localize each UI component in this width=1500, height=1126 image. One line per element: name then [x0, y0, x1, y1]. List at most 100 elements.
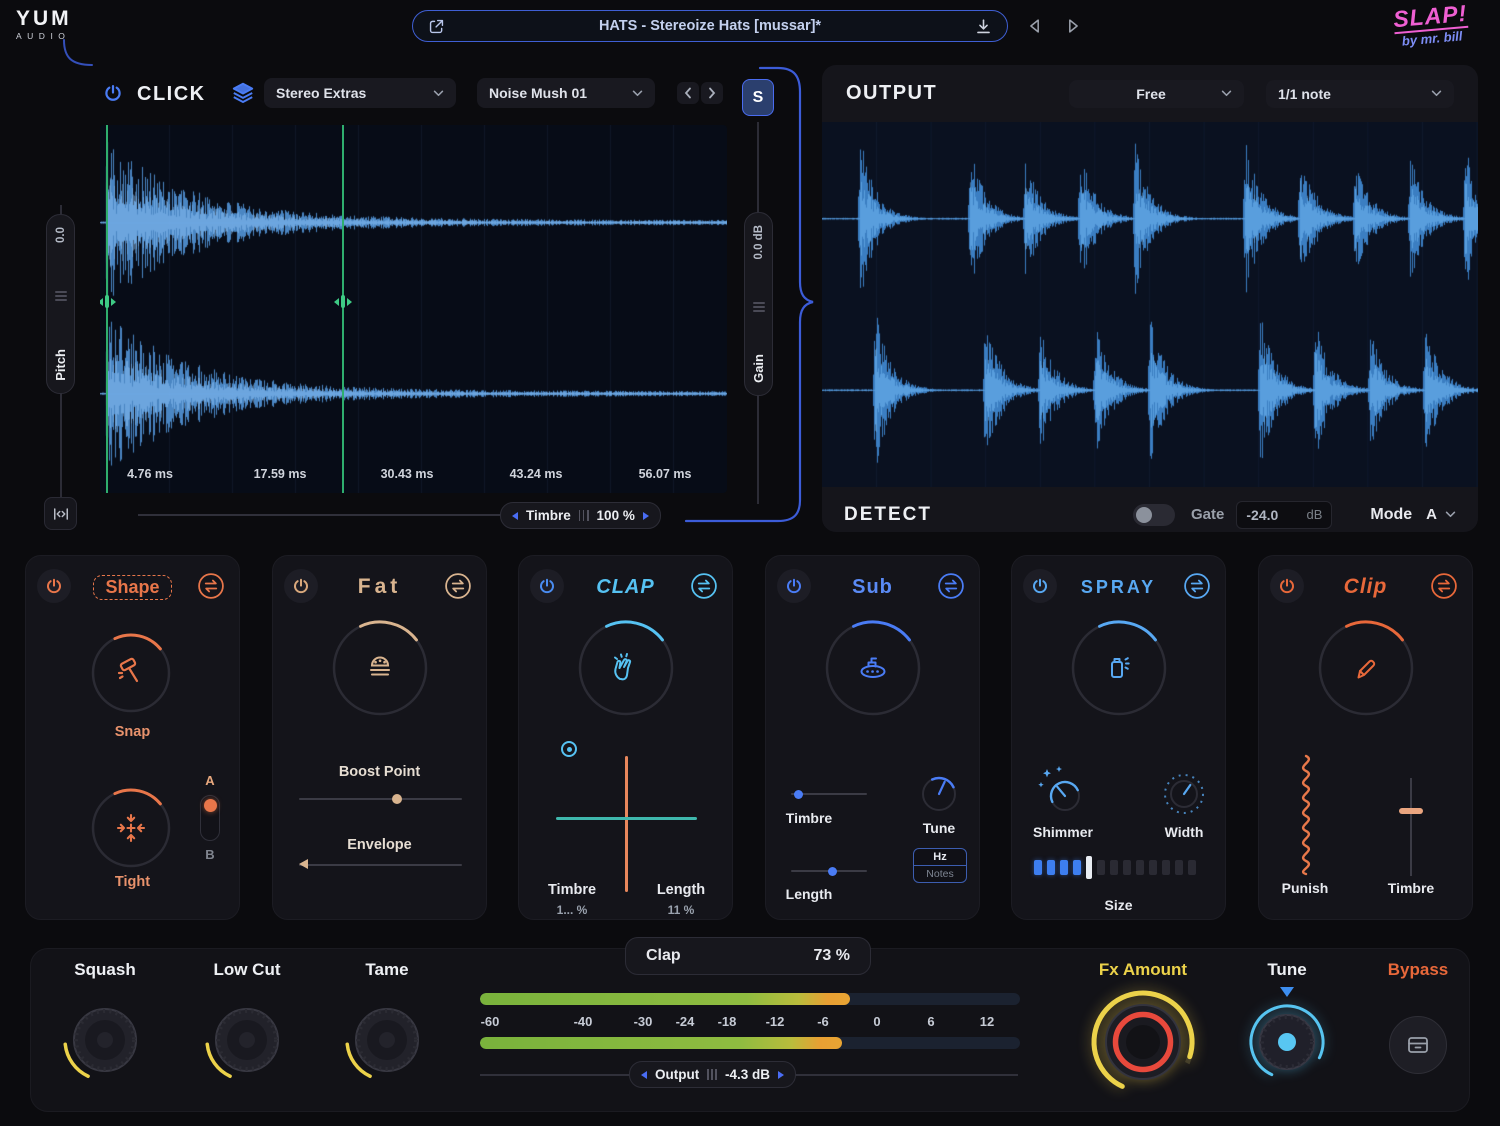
size-handle[interactable]: [1086, 856, 1092, 879]
clap-xy-vertical-axis[interactable]: [625, 756, 628, 892]
clip-swap-icon[interactable]: [1427, 569, 1461, 603]
shape-power-button[interactable]: [37, 569, 71, 603]
tame-knob[interactable]: [339, 992, 435, 1088]
fat-knob[interactable]: [324, 612, 436, 724]
slider-dot[interactable]: [828, 867, 837, 876]
decrement-arrow-icon[interactable]: [641, 1071, 647, 1079]
notes-option[interactable]: Notes: [914, 866, 966, 882]
click-preset-next-button[interactable]: [701, 82, 723, 104]
slider-dot[interactable]: [794, 790, 803, 799]
marker-handle[interactable]: [100, 295, 116, 308]
spray-swap-icon[interactable]: [1180, 569, 1214, 603]
hz-option[interactable]: Hz: [914, 849, 966, 866]
sub-title: Sub: [852, 576, 893, 599]
meter-tick: -6: [817, 1014, 829, 1029]
clap-knob[interactable]: [570, 612, 682, 724]
sub-tune-knob[interactable]: [916, 771, 962, 817]
snap-knob[interactable]: [85, 627, 177, 719]
waveform-end-marker[interactable]: [342, 125, 344, 493]
spray-power-button[interactable]: [1023, 569, 1057, 603]
sub-swap-icon[interactable]: [934, 569, 968, 603]
clip-knob[interactable]: [1310, 612, 1422, 724]
sub-length-slider[interactable]: [791, 870, 867, 872]
waveform-start-marker[interactable]: [106, 125, 108, 493]
yum-audio-logo: YUM AUDIO: [16, 8, 72, 41]
clip-power-button[interactable]: [1270, 569, 1304, 603]
sub-power-button[interactable]: [777, 569, 811, 603]
envelope-slider[interactable]: [299, 864, 462, 866]
ab-label-b: B: [201, 847, 219, 862]
spray-knob[interactable]: [1063, 612, 1175, 724]
lowcut-label: Low Cut: [187, 960, 307, 980]
clap-timbre-label: Timbre: [527, 882, 617, 898]
sub-length-label: Length: [766, 886, 852, 902]
click-preset-prev-button[interactable]: [677, 82, 699, 104]
timbre-slider-track[interactable]: [138, 514, 502, 516]
shape-swap-icon[interactable]: [194, 569, 228, 603]
tight-knob[interactable]: [85, 782, 177, 874]
gain-value: 0.0 dB: [753, 225, 765, 260]
width-knob[interactable]: [1158, 765, 1210, 817]
preset-back-button[interactable]: [1022, 13, 1048, 39]
clap-mode-dot[interactable]: [561, 741, 577, 757]
click-power-button[interactable]: [102, 82, 124, 104]
fx-amount-knob[interactable]: [1085, 984, 1201, 1100]
increment-arrow-icon[interactable]: [643, 512, 649, 520]
solo-button[interactable]: S: [742, 79, 774, 116]
pitch-slider[interactable]: 0.0 Pitch: [46, 214, 75, 394]
gain-slider[interactable]: 0.0 dB Gain: [744, 212, 773, 396]
clip-timbre-handle[interactable]: [1399, 808, 1423, 814]
note-dropdown[interactable]: 1/1 note: [1266, 80, 1454, 108]
output-level-slider[interactable]: Output -4.3 dB: [629, 1061, 796, 1088]
gate-threshold-field[interactable]: -24.0 dB: [1236, 501, 1332, 529]
boost-point-slider[interactable]: [299, 798, 462, 800]
zoom-fit-icon[interactable]: [44, 497, 77, 530]
gate-label: Gate: [1191, 506, 1224, 523]
preset-bar[interactable]: HATS - Stereoize Hats [mussar]*: [412, 10, 1008, 42]
sync-dropdown[interactable]: Free: [1069, 80, 1244, 108]
click-category-dropdown[interactable]: Stereo Extras: [264, 78, 456, 108]
size-meter[interactable]: [1034, 856, 1196, 879]
decrement-arrow-icon[interactable]: [512, 512, 518, 520]
sub-timbre-slider[interactable]: [791, 793, 867, 795]
preset-name[interactable]: HATS - Stereoize Hats [mussar]*: [456, 18, 964, 34]
fat-power-button[interactable]: [284, 569, 318, 603]
gate-toggle[interactable]: [1133, 504, 1175, 526]
bypass-button[interactable]: [1389, 1016, 1447, 1074]
envelope-marker[interactable]: [299, 859, 308, 869]
marker-handle[interactable]: [334, 295, 352, 308]
module-shape-card: Shape Snap: [25, 555, 240, 920]
preset-forward-button[interactable]: [1060, 13, 1086, 39]
fat-swap-icon[interactable]: [441, 569, 475, 603]
chevron-down-icon: [632, 90, 643, 97]
clap-swap-icon[interactable]: [687, 569, 721, 603]
layers-icon[interactable]: [230, 80, 256, 106]
time-label: 17.59 ms: [254, 467, 307, 481]
export-icon[interactable]: [427, 17, 446, 36]
clap-xy-horizontal-axis[interactable]: [556, 817, 697, 820]
pitch-label: Pitch: [53, 349, 68, 381]
hz-notes-toggle[interactable]: Hz Notes: [913, 848, 967, 883]
tune-master-knob[interactable]: [1243, 998, 1331, 1086]
clap-power-button[interactable]: [530, 569, 564, 603]
increment-arrow-icon[interactable]: [778, 1071, 784, 1079]
click-preset-dropdown[interactable]: Noise Mush 01: [477, 78, 655, 108]
shimmer-label: Shimmer: [1020, 824, 1106, 840]
module-spray-card: SPRAY: [1011, 555, 1226, 920]
sub-timbre-label: Timbre: [766, 810, 852, 826]
slider-dot[interactable]: [392, 794, 402, 804]
clip-title: Clip: [1344, 575, 1388, 599]
click-category-value: Stereo Extras: [276, 85, 366, 101]
clap-send-control[interactable]: Clap 73 %: [625, 937, 871, 975]
lowcut-knob[interactable]: [199, 992, 295, 1088]
download-icon[interactable]: [974, 17, 993, 36]
mode-dropdown[interactable]: A: [1426, 506, 1456, 523]
squash-knob[interactable]: [57, 992, 153, 1088]
timbre-slider[interactable]: Timbre 100 %: [500, 502, 661, 529]
punish-slider[interactable]: [1287, 752, 1325, 878]
clip-timbre-slider[interactable]: [1410, 778, 1412, 876]
module-sub-card: Sub Timbre: [765, 555, 980, 920]
ab-toggle[interactable]: [200, 795, 220, 841]
sub-knob[interactable]: [817, 612, 929, 724]
shimmer-knob[interactable]: [1037, 765, 1089, 817]
